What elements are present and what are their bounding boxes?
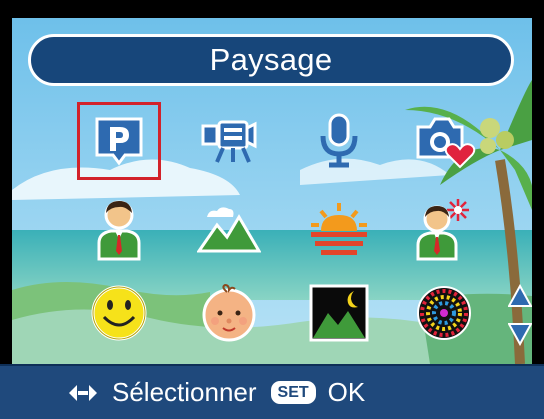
camera-scene-menu: Paysage Sélectionner SET OK xyxy=(0,0,544,419)
program-mode-icon xyxy=(95,117,143,166)
left-right-arrows-icon xyxy=(69,384,97,401)
scroll-arrows[interactable] xyxy=(508,284,532,346)
microphone-icon xyxy=(320,113,358,168)
mode-fireworks[interactable] xyxy=(402,274,486,352)
fireworks-icon xyxy=(417,286,471,340)
mode-landscape[interactable] xyxy=(187,190,271,268)
set-button-badge: SET xyxy=(270,381,316,404)
mode-program[interactable] xyxy=(77,102,161,180)
mode-portrait[interactable] xyxy=(77,190,161,268)
landscape-icon xyxy=(197,207,261,253)
video-camera-icon xyxy=(201,120,257,163)
mode-favorite[interactable] xyxy=(402,102,486,180)
baby-icon xyxy=(202,283,256,342)
night-portrait-icon xyxy=(416,199,469,261)
scroll-down-icon[interactable] xyxy=(508,323,532,346)
night-landscape-icon xyxy=(309,284,369,342)
ok-label: OK xyxy=(327,377,366,407)
footer-hint-bar: Sélectionner SET OK xyxy=(0,364,544,419)
mode-night-portrait[interactable] xyxy=(402,190,486,268)
mode-title-bar: Paysage xyxy=(28,34,514,86)
sunset-icon xyxy=(311,203,367,255)
mode-title: Paysage xyxy=(209,42,333,77)
scroll-up-icon[interactable] xyxy=(508,284,532,307)
portrait-icon xyxy=(97,200,141,261)
mode-baby[interactable] xyxy=(187,274,271,352)
mode-smile[interactable] xyxy=(77,274,161,352)
mode-voice[interactable] xyxy=(297,102,381,180)
mode-sunset[interactable] xyxy=(297,190,381,268)
smile-icon xyxy=(91,285,147,341)
mode-video[interactable] xyxy=(187,102,271,180)
select-hint-label: Sélectionner xyxy=(112,377,257,407)
camera-heart-icon xyxy=(416,117,476,169)
mode-night-landscape[interactable] xyxy=(297,274,381,352)
